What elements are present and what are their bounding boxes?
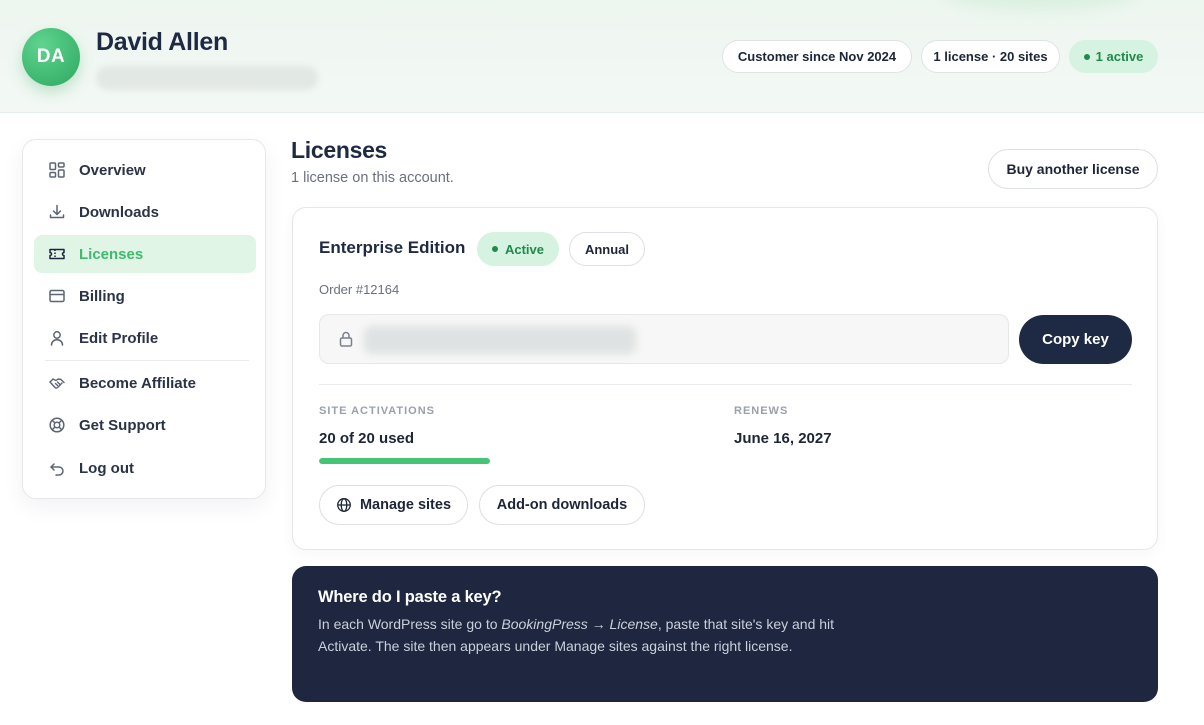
status-badge-label: Active <box>504 241 545 257</box>
term-badge: Annual <box>569 232 645 266</box>
order-number: Order #12164 <box>319 282 400 297</box>
handshake-icon <box>49 378 65 389</box>
avatar: DA <box>22 28 80 86</box>
sidebar-item-label: Billing <box>79 287 125 305</box>
activations-progress-fill <box>319 458 490 464</box>
sidebar-item-licenses[interactable]: Licenses <box>34 235 256 273</box>
sidebar-item-label: Become Affiliate <box>79 374 196 392</box>
sidebar-item-label: Overview <box>79 161 146 179</box>
user-icon <box>50 331 64 346</box>
sidebar-item-get-support[interactable]: Get Support <box>34 406 256 444</box>
sidebar-item-label: Log out <box>79 459 134 477</box>
sidebar-divider <box>45 360 249 361</box>
grid-icon <box>49 162 65 178</box>
user-name: David Allen <box>96 28 228 56</box>
credit-card-icon <box>49 289 65 303</box>
lock-icon <box>339 331 353 347</box>
activations-progress-bar <box>319 458 490 464</box>
license-key-redacted <box>364 326 636 354</box>
license-card: Enterprise Edition Active Annual Order #… <box>292 207 1158 550</box>
sidebar-item-label: Downloads <box>79 203 160 221</box>
buy-another-license-button[interactable]: Buy another license <box>988 149 1158 189</box>
manage-sites-button[interactable]: Manage sites <box>319 485 468 525</box>
sidebar-item-downloads[interactable]: Downloads <box>34 193 256 231</box>
active-count-label: 1 active <box>1095 49 1144 64</box>
active-count-chip: 1 active <box>1069 40 1158 73</box>
sidebar-nav: Overview Downloads Licenses Billing Edit… <box>22 139 266 499</box>
copy-key-button[interactable]: Copy key <box>1019 315 1132 364</box>
status-dot-icon <box>1083 53 1090 60</box>
license-count-chip: 1 license · 20 sites <box>921 40 1060 73</box>
header-decoration <box>940 0 1140 10</box>
page-subtitle: 1 license on this account. <box>291 170 454 186</box>
lifebuoy-icon <box>49 417 65 433</box>
help-body-prefix: In each WordPress site go to <box>318 616 502 632</box>
card-divider <box>319 384 1132 385</box>
help-body: In each WordPress site go to BookingPres… <box>318 614 848 657</box>
download-icon <box>49 204 65 219</box>
page-title: Licenses <box>291 137 388 163</box>
site-activations-label: SITE ACTIVATIONS <box>319 405 436 417</box>
status-badge: Active <box>477 232 559 266</box>
ticket-icon <box>49 248 65 260</box>
renews-date: June 16, 2027 <box>734 430 832 447</box>
globe-icon <box>337 498 351 512</box>
help-title: Where do I paste a key? <box>318 588 502 606</box>
status-dot-icon <box>491 246 498 252</box>
renews-label: RENEWS <box>734 405 789 417</box>
sidebar-item-become-affiliate[interactable]: Become Affiliate <box>34 364 256 402</box>
sidebar-item-edit-profile[interactable]: Edit Profile <box>34 319 256 357</box>
customer-since-chip: Customer since Nov 2024 <box>722 40 912 73</box>
logout-icon <box>50 463 64 476</box>
sidebar-item-label: Get Support <box>79 416 166 434</box>
site-activations-value: 20 of 20 used <box>319 430 415 447</box>
profile-header: DA David Allen Customer since Nov 2024 1… <box>0 0 1204 113</box>
help-body-path: BookingPress → License <box>501 616 658 632</box>
user-email-redacted <box>96 66 318 90</box>
sidebar-item-log-out[interactable]: Log out <box>34 449 256 487</box>
manage-sites-label: Manage sites <box>359 497 452 513</box>
license-edition: Enterprise Edition <box>319 238 466 257</box>
add-on-downloads-button[interactable]: Add-on downloads <box>479 485 645 525</box>
sidebar-item-label: Licenses <box>79 245 144 263</box>
sidebar-item-billing[interactable]: Billing <box>34 277 256 315</box>
license-key-field[interactable] <box>319 314 1009 364</box>
sidebar-item-label: Edit Profile <box>79 329 159 347</box>
sidebar-item-overview[interactable]: Overview <box>34 151 256 189</box>
help-card: Where do I paste a key? In each WordPres… <box>292 566 1158 702</box>
